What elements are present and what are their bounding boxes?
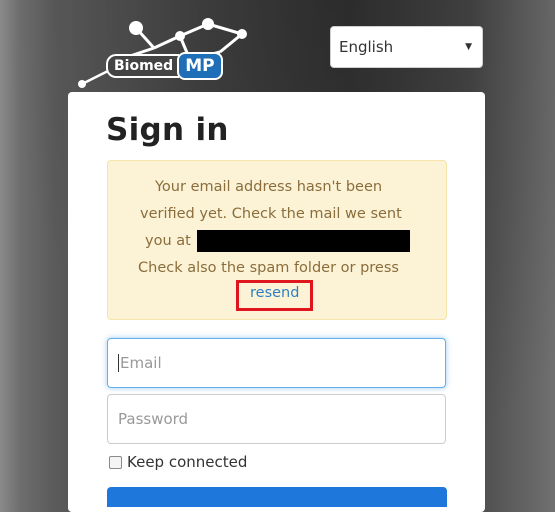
logo-molecule-icon xyxy=(78,18,247,88)
alert-line-4: Check also the spam folder or press xyxy=(138,260,399,276)
alert-line-3: you at xyxy=(145,233,191,249)
text-cursor xyxy=(118,354,119,372)
resend-link[interactable]: resend xyxy=(250,285,299,301)
keep-connected-label: Keep connected xyxy=(127,453,248,471)
biomedmp-logo: Biomed MP xyxy=(70,8,255,98)
language-select-value: English xyxy=(339,38,394,56)
email-field[interactable]: Email xyxy=(107,338,446,388)
alert-line-1: Your email address hasn't been xyxy=(155,179,383,195)
signin-button[interactable] xyxy=(107,487,447,507)
password-placeholder: Password xyxy=(118,410,189,428)
logo-wordmark: Biomed MP xyxy=(106,52,223,80)
keep-connected-checkbox[interactable] xyxy=(109,455,122,469)
keep-connected[interactable]: Keep connected xyxy=(109,453,247,471)
select-caret-icon: ▼ xyxy=(465,42,472,52)
logo-word-biomed: Biomed xyxy=(106,54,180,78)
logo-word-mp: MP xyxy=(177,52,223,80)
language-select[interactable]: English ▼ xyxy=(330,26,483,68)
redacted-email xyxy=(197,230,410,252)
email-placeholder: Email xyxy=(120,354,162,372)
alert-line-2: verified yet. Check the mail we sent xyxy=(140,206,402,222)
page-title: Sign in xyxy=(106,112,229,148)
password-field[interactable]: Password xyxy=(107,394,446,444)
